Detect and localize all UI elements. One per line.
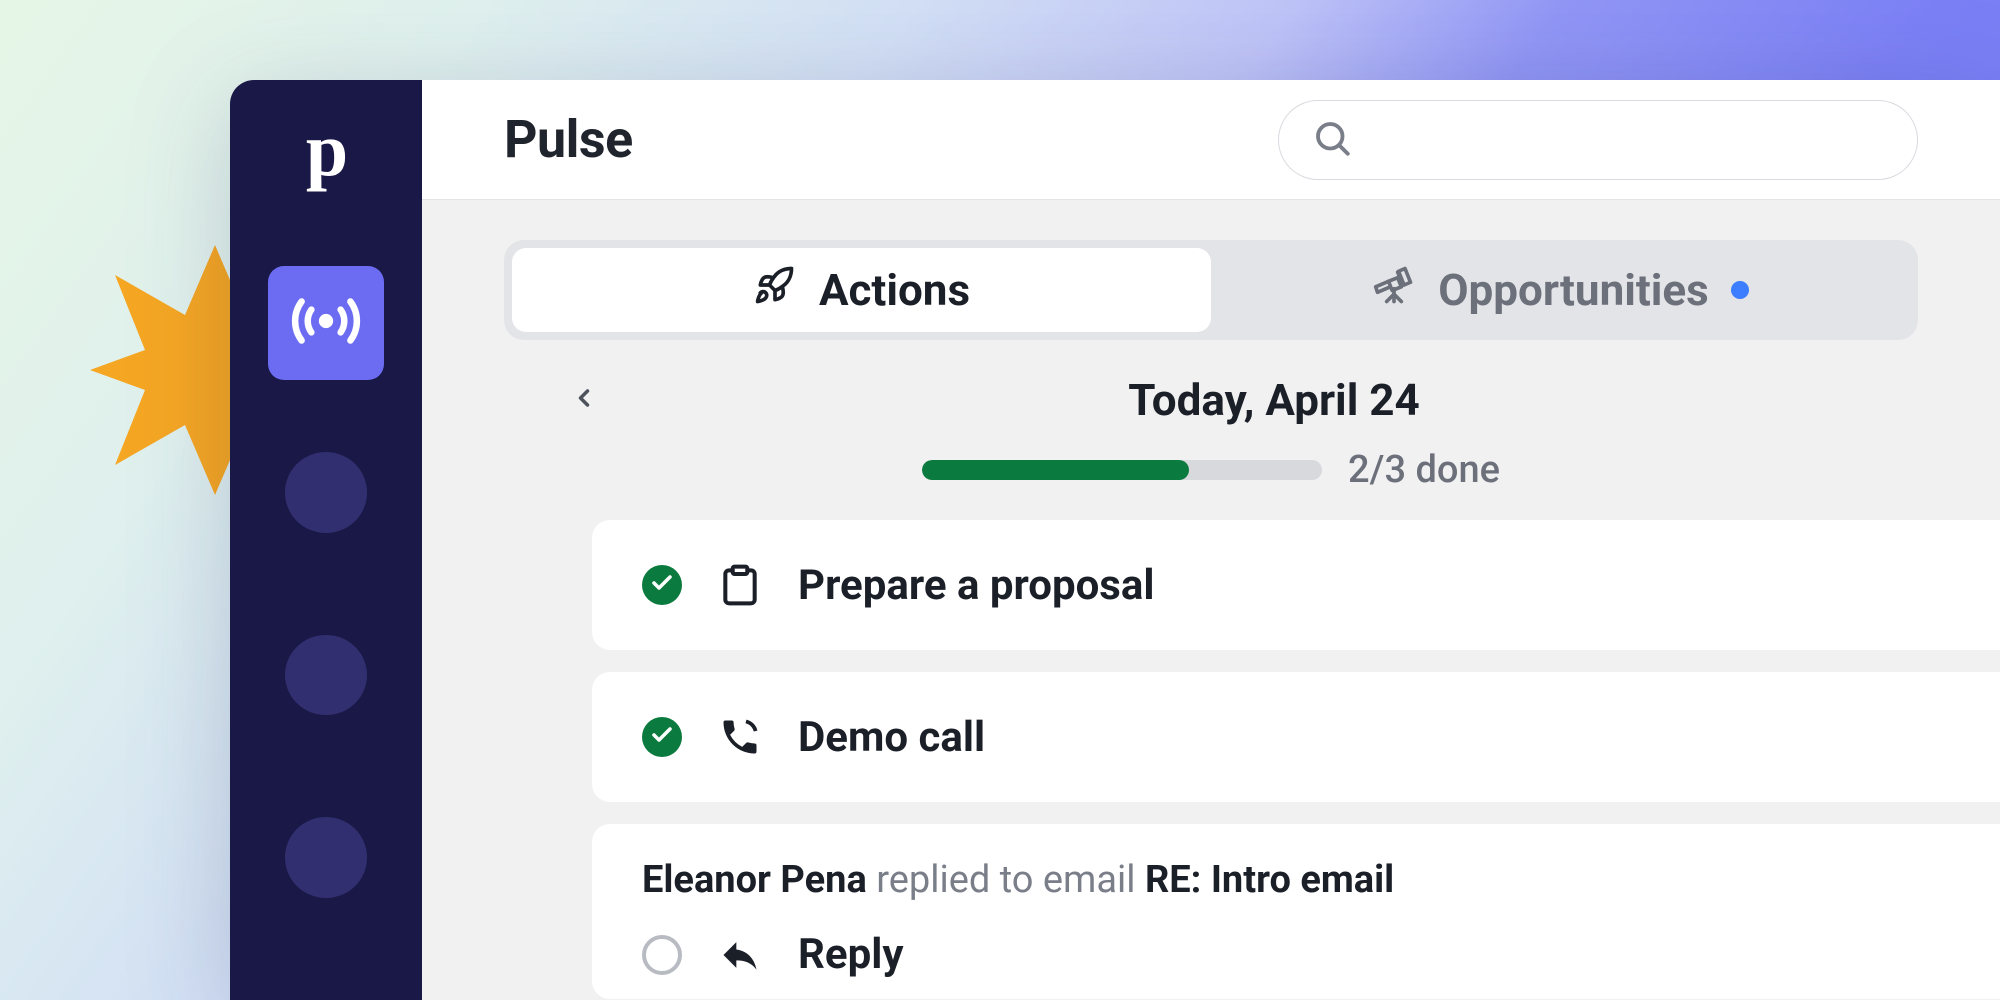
telescope-icon [1372, 263, 1416, 318]
sidebar-item-placeholder-2[interactable] [285, 635, 367, 716]
page-title: Pulse [504, 109, 633, 170]
check-icon [650, 571, 674, 599]
task-title: Demo call [798, 713, 985, 762]
broadcast-icon [287, 282, 365, 364]
date-navigator: Today, April 24 [504, 374, 1918, 426]
app-window: p Pulse [230, 80, 2000, 1000]
email-action-label: Reply [798, 930, 903, 979]
email-action-verb: replied to email [867, 858, 1145, 902]
search-icon [1311, 117, 1353, 163]
topbar: Pulse [422, 80, 2000, 200]
tab-label: Actions [819, 264, 970, 316]
notification-dot-icon [1731, 281, 1749, 299]
email-meta: Eleanor Pena replied to email RE: Intro … [642, 858, 1950, 902]
email-sender: Eleanor Pena [642, 858, 867, 902]
email-action-row[interactable]: Eleanor Pena replied to email RE: Intro … [592, 824, 2000, 999]
reply-icon [718, 933, 762, 977]
progress-text: 2/3 done [1348, 448, 1500, 492]
tab-opportunities[interactable]: Opportunities [1211, 248, 1910, 332]
rocket-icon [753, 263, 797, 318]
sidebar-item-pulse[interactable] [268, 266, 384, 380]
progress-fill [922, 460, 1189, 480]
task-row[interactable]: Demo call [592, 672, 2000, 802]
date-label: Today, April 24 [1128, 374, 1420, 426]
phone-icon [718, 715, 762, 759]
logo: p [306, 112, 346, 188]
sidebar-item-placeholder-3[interactable] [285, 817, 367, 898]
tabs: Actions Opportunities [504, 240, 1918, 340]
task-complete-toggle[interactable] [642, 565, 682, 605]
tab-label: Opportunities [1438, 264, 1709, 316]
task-complete-toggle[interactable] [642, 935, 682, 975]
sidebar-item-placeholder-1[interactable] [285, 452, 367, 533]
task-complete-toggle[interactable] [642, 717, 682, 757]
task-title: Prepare a proposal [798, 561, 1154, 610]
search-input[interactable] [1278, 100, 1918, 180]
chevron-left-icon [570, 384, 598, 416]
task-list: Prepare a proposal Demo [592, 520, 2000, 999]
previous-day-button[interactable] [562, 378, 606, 422]
clipboard-icon [718, 563, 762, 607]
tab-actions[interactable]: Actions [512, 248, 1211, 332]
email-action-line: Reply [642, 930, 1950, 979]
task-row[interactable]: Prepare a proposal [592, 520, 2000, 650]
main-area: Pulse [422, 80, 2000, 1000]
check-icon [650, 723, 674, 751]
progress-bar [922, 460, 1322, 480]
progress-row: 2/3 done [504, 448, 1918, 492]
email-subject: RE: Intro email [1145, 858, 1394, 902]
sidebar: p [230, 80, 422, 1000]
